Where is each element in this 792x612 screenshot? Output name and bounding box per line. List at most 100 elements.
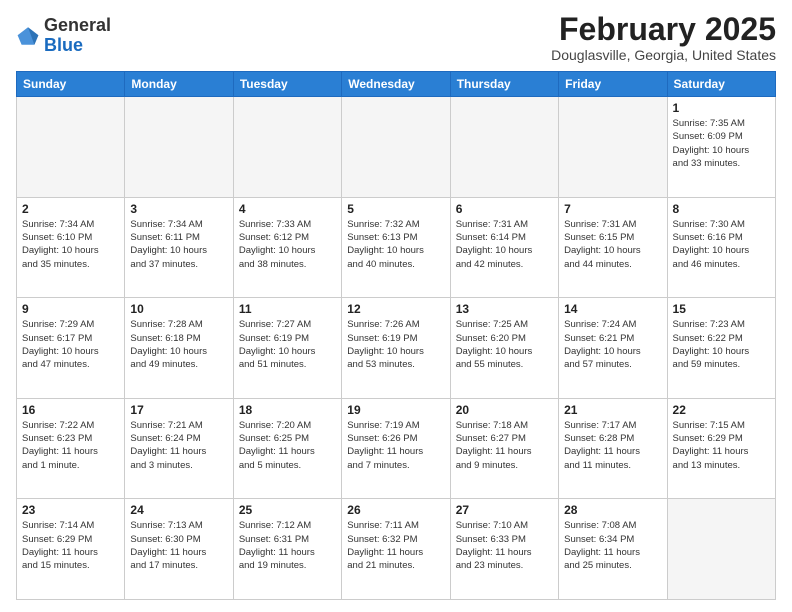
day-number: 25 xyxy=(239,503,336,517)
calendar-cell-0-5 xyxy=(559,97,667,198)
calendar-cell-1-2: 4 Sunrise: 7:33 AM Sunset: 6:12 PM Daylig… xyxy=(233,197,341,298)
day-number: 28 xyxy=(564,503,661,517)
day-number: 27 xyxy=(456,503,553,517)
day-number: 22 xyxy=(673,403,770,417)
col-sunday: Sunday xyxy=(17,72,125,97)
calendar-cell-3-3: 19 Sunrise: 7:19 AM Sunset: 6:26 PM Dayli… xyxy=(342,398,450,499)
day-info: Sunrise: 7:18 AM Sunset: 6:27 PM Dayligh… xyxy=(456,419,553,472)
day-number: 26 xyxy=(347,503,444,517)
day-info: Sunrise: 7:28 AM Sunset: 6:18 PM Dayligh… xyxy=(130,318,227,371)
calendar-cell-0-1 xyxy=(125,97,233,198)
calendar-cell-4-2: 25 Sunrise: 7:12 AM Sunset: 6:31 PM Dayli… xyxy=(233,499,341,600)
calendar-cell-2-3: 12 Sunrise: 7:26 AM Sunset: 6:19 PM Dayli… xyxy=(342,298,450,399)
day-number: 23 xyxy=(22,503,119,517)
calendar-cell-1-1: 3 Sunrise: 7:34 AM Sunset: 6:11 PM Daylig… xyxy=(125,197,233,298)
logo-general-text: General xyxy=(44,15,111,35)
header: General Blue February 2025 Douglasville,… xyxy=(16,12,776,63)
day-info: Sunrise: 7:22 AM Sunset: 6:23 PM Dayligh… xyxy=(22,419,119,472)
col-monday: Monday xyxy=(125,72,233,97)
day-info: Sunrise: 7:08 AM Sunset: 6:34 PM Dayligh… xyxy=(564,519,661,572)
day-info: Sunrise: 7:15 AM Sunset: 6:29 PM Dayligh… xyxy=(673,419,770,472)
day-info: Sunrise: 7:25 AM Sunset: 6:20 PM Dayligh… xyxy=(456,318,553,371)
calendar-cell-2-1: 10 Sunrise: 7:28 AM Sunset: 6:18 PM Dayli… xyxy=(125,298,233,399)
calendar-cell-4-6 xyxy=(667,499,775,600)
calendar-header-row: Sunday Monday Tuesday Wednesday Thursday… xyxy=(17,72,776,97)
col-wednesday: Wednesday xyxy=(342,72,450,97)
calendar-cell-3-4: 20 Sunrise: 7:18 AM Sunset: 6:27 PM Dayli… xyxy=(450,398,558,499)
day-number: 10 xyxy=(130,302,227,316)
day-number: 12 xyxy=(347,302,444,316)
calendar-cell-4-0: 23 Sunrise: 7:14 AM Sunset: 6:29 PM Dayli… xyxy=(17,499,125,600)
day-number: 18 xyxy=(239,403,336,417)
day-info: Sunrise: 7:35 AM Sunset: 6:09 PM Dayligh… xyxy=(673,117,770,170)
day-number: 6 xyxy=(456,202,553,216)
calendar-cell-1-0: 2 Sunrise: 7:34 AM Sunset: 6:10 PM Daylig… xyxy=(17,197,125,298)
day-number: 2 xyxy=(22,202,119,216)
day-number: 11 xyxy=(239,302,336,316)
calendar-cell-3-1: 17 Sunrise: 7:21 AM Sunset: 6:24 PM Dayli… xyxy=(125,398,233,499)
day-info: Sunrise: 7:23 AM Sunset: 6:22 PM Dayligh… xyxy=(673,318,770,371)
day-number: 3 xyxy=(130,202,227,216)
calendar-cell-0-4 xyxy=(450,97,558,198)
calendar-cell-0-2 xyxy=(233,97,341,198)
logo: General Blue xyxy=(16,16,111,56)
day-info: Sunrise: 7:11 AM Sunset: 6:32 PM Dayligh… xyxy=(347,519,444,572)
calendar-cell-0-3 xyxy=(342,97,450,198)
calendar-cell-4-1: 24 Sunrise: 7:13 AM Sunset: 6:30 PM Dayli… xyxy=(125,499,233,600)
day-number: 19 xyxy=(347,403,444,417)
logo-blue-text: Blue xyxy=(44,35,83,55)
day-number: 7 xyxy=(564,202,661,216)
page: General Blue February 2025 Douglasville,… xyxy=(0,0,792,612)
calendar-cell-4-3: 26 Sunrise: 7:11 AM Sunset: 6:32 PM Dayli… xyxy=(342,499,450,600)
day-info: Sunrise: 7:24 AM Sunset: 6:21 PM Dayligh… xyxy=(564,318,661,371)
calendar-week-4: 23 Sunrise: 7:14 AM Sunset: 6:29 PM Dayli… xyxy=(17,499,776,600)
title-block: February 2025 Douglasville, Georgia, Uni… xyxy=(551,12,776,63)
day-number: 17 xyxy=(130,403,227,417)
col-saturday: Saturday xyxy=(667,72,775,97)
calendar-week-0: 1Sunrise: 7:35 AM Sunset: 6:09 PM Daylig… xyxy=(17,97,776,198)
col-thursday: Thursday xyxy=(450,72,558,97)
day-info: Sunrise: 7:27 AM Sunset: 6:19 PM Dayligh… xyxy=(239,318,336,371)
calendar-cell-1-3: 5 Sunrise: 7:32 AM Sunset: 6:13 PM Daylig… xyxy=(342,197,450,298)
day-number: 16 xyxy=(22,403,119,417)
calendar-cell-2-5: 14Sunrise: 7:24 AM Sunset: 6:21 PM Dayli… xyxy=(559,298,667,399)
logo-icon xyxy=(16,24,40,48)
calendar-cell-1-6: 8Sunrise: 7:30 AM Sunset: 6:16 PM Daylig… xyxy=(667,197,775,298)
day-number: 24 xyxy=(130,503,227,517)
day-number: 4 xyxy=(239,202,336,216)
calendar-table: Sunday Monday Tuesday Wednesday Thursday… xyxy=(16,71,776,600)
day-info: Sunrise: 7:34 AM Sunset: 6:11 PM Dayligh… xyxy=(130,218,227,271)
calendar-week-3: 16 Sunrise: 7:22 AM Sunset: 6:23 PM Dayli… xyxy=(17,398,776,499)
day-number: 5 xyxy=(347,202,444,216)
calendar-cell-3-2: 18 Sunrise: 7:20 AM Sunset: 6:25 PM Dayli… xyxy=(233,398,341,499)
day-info: Sunrise: 7:20 AM Sunset: 6:25 PM Dayligh… xyxy=(239,419,336,472)
day-info: Sunrise: 7:17 AM Sunset: 6:28 PM Dayligh… xyxy=(564,419,661,472)
calendar-cell-1-4: 6 Sunrise: 7:31 AM Sunset: 6:14 PM Daylig… xyxy=(450,197,558,298)
calendar-cell-2-6: 15Sunrise: 7:23 AM Sunset: 6:22 PM Dayli… xyxy=(667,298,775,399)
day-info: Sunrise: 7:19 AM Sunset: 6:26 PM Dayligh… xyxy=(347,419,444,472)
day-number: 13 xyxy=(456,302,553,316)
day-info: Sunrise: 7:26 AM Sunset: 6:19 PM Dayligh… xyxy=(347,318,444,371)
day-info: Sunrise: 7:14 AM Sunset: 6:29 PM Dayligh… xyxy=(22,519,119,572)
day-info: Sunrise: 7:13 AM Sunset: 6:30 PM Dayligh… xyxy=(130,519,227,572)
day-info: Sunrise: 7:21 AM Sunset: 6:24 PM Dayligh… xyxy=(130,419,227,472)
calendar-cell-0-0 xyxy=(17,97,125,198)
calendar-cell-0-6: 1Sunrise: 7:35 AM Sunset: 6:09 PM Daylig… xyxy=(667,97,775,198)
day-info: Sunrise: 7:31 AM Sunset: 6:14 PM Dayligh… xyxy=(456,218,553,271)
day-info: Sunrise: 7:31 AM Sunset: 6:15 PM Dayligh… xyxy=(564,218,661,271)
calendar-cell-1-5: 7 Sunrise: 7:31 AM Sunset: 6:15 PM Daylig… xyxy=(559,197,667,298)
day-info: Sunrise: 7:34 AM Sunset: 6:10 PM Dayligh… xyxy=(22,218,119,271)
day-info: Sunrise: 7:29 AM Sunset: 6:17 PM Dayligh… xyxy=(22,318,119,371)
calendar-cell-2-0: 9Sunrise: 7:29 AM Sunset: 6:17 PM Daylig… xyxy=(17,298,125,399)
calendar-cell-3-0: 16 Sunrise: 7:22 AM Sunset: 6:23 PM Dayli… xyxy=(17,398,125,499)
calendar-week-2: 9Sunrise: 7:29 AM Sunset: 6:17 PM Daylig… xyxy=(17,298,776,399)
day-number: 21 xyxy=(564,403,661,417)
calendar-cell-2-4: 13 Sunrise: 7:25 AM Sunset: 6:20 PM Dayli… xyxy=(450,298,558,399)
day-number: 20 xyxy=(456,403,553,417)
day-info: Sunrise: 7:33 AM Sunset: 6:12 PM Dayligh… xyxy=(239,218,336,271)
day-info: Sunrise: 7:32 AM Sunset: 6:13 PM Dayligh… xyxy=(347,218,444,271)
day-info: Sunrise: 7:12 AM Sunset: 6:31 PM Dayligh… xyxy=(239,519,336,572)
calendar-cell-4-5: 28 Sunrise: 7:08 AM Sunset: 6:34 PM Dayli… xyxy=(559,499,667,600)
day-info: Sunrise: 7:30 AM Sunset: 6:16 PM Dayligh… xyxy=(673,218,770,271)
logo-text: General Blue xyxy=(44,16,111,56)
